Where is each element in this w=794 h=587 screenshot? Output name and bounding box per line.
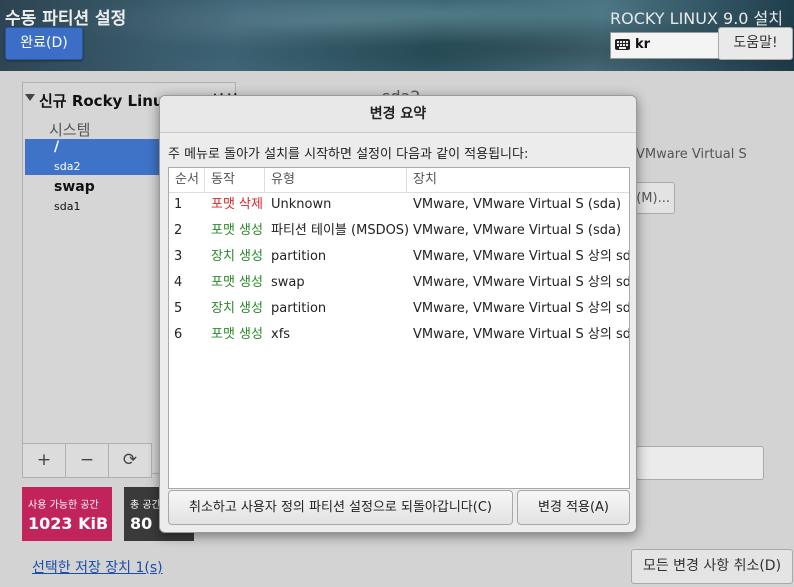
row-device: VMware, VMware Virtual S 상의 sda1 bbox=[413, 275, 630, 290]
row-device: VMware, VMware Virtual S 상의 sda1 bbox=[413, 249, 630, 264]
row-action: 포맷 생성 bbox=[211, 327, 263, 342]
row-device: VMware, VMware Virtual S 상의 sda2 bbox=[413, 327, 630, 342]
row-type: partition bbox=[271, 249, 327, 264]
dialog-title: 변경 요약 bbox=[160, 96, 636, 133]
dialog-message: 주 메뉴로 돌아가 설치를 시작하면 설정이 다음과 같이 적용됩니다: bbox=[168, 147, 529, 162]
page-title: 수동 파티션 설정 bbox=[5, 9, 127, 29]
row-device: VMware, VMware Virtual S (sda) bbox=[413, 223, 622, 238]
table-row[interactable]: 1 포맷 삭제 Unknown VMware, VMware Virtual S (s… bbox=[169, 192, 629, 218]
row-type: Unknown bbox=[271, 197, 332, 212]
row-type: xfs bbox=[271, 327, 291, 342]
summary-of-changes-dialog: 변경 요약 주 메뉴로 돌아가 설치를 시작하면 설정이 다음과 같이 적용됩니… bbox=[159, 95, 637, 533]
row-action: 장치 생성 bbox=[211, 301, 263, 316]
table-row[interactable]: 6 포맷 생성 xfs VMware, VMware Virtual S 상의 sda… bbox=[169, 322, 629, 348]
table-row[interactable]: 3 장치 생성 partition VMware, VMware Virtual S … bbox=[169, 244, 629, 270]
done-button[interactable]: 완료(D) bbox=[5, 27, 83, 60]
table-row[interactable]: 2 포맷 생성 파티션 테이블 (MSDOS) VMware, VMware Virt… bbox=[169, 218, 629, 244]
keyboard-layout-indicator[interactable]: kr bbox=[610, 32, 725, 59]
row-device: VMware, VMware Virtual S (sda) bbox=[413, 197, 622, 212]
keyboard-layout-label: kr bbox=[635, 37, 651, 52]
row-type: partition bbox=[271, 301, 327, 316]
install-title: ROCKY LINUX 9.0 설치 bbox=[610, 9, 783, 28]
column-header-type[interactable]: 유형 bbox=[265, 168, 407, 192]
column-header-device[interactable]: 장치 bbox=[407, 168, 629, 192]
keyboard-icon bbox=[615, 39, 630, 50]
table-header: 순서 동작 유형 장치 bbox=[169, 168, 629, 193]
row-order: 2 bbox=[174, 223, 183, 238]
row-device: VMware, VMware Virtual S 상의 sda2 bbox=[413, 301, 630, 316]
row-order: 6 bbox=[174, 327, 183, 342]
header-bar: 수동 파티션 설정 완료(D) ROCKY LINUX 9.0 설치 kr 도움… bbox=[0, 0, 794, 71]
apply-changes-button[interactable]: 변경 적용(A) bbox=[517, 490, 630, 525]
column-header-action[interactable]: 동작 bbox=[205, 168, 265, 192]
row-action: 포맷 삭제 bbox=[211, 197, 263, 212]
row-order: 1 bbox=[174, 197, 183, 212]
cancel-return-button[interactable]: 취소하고 사용자 정의 파티션 설정으로 되돌아갑니다(C) bbox=[168, 490, 513, 525]
row-action: 장치 생성 bbox=[211, 249, 263, 264]
column-header-order[interactable]: 순서 bbox=[169, 168, 205, 192]
row-type: swap bbox=[271, 275, 305, 290]
row-type: 파티션 테이블 (MSDOS) bbox=[271, 223, 410, 238]
row-order: 5 bbox=[174, 301, 183, 316]
table-row[interactable]: 5 장치 생성 partition VMware, VMware Virtual S … bbox=[169, 296, 629, 322]
table-row[interactable]: 4 포맷 생성 swap VMware, VMware Virtual S 상의 sd… bbox=[169, 270, 629, 296]
help-button[interactable]: 도움말! bbox=[718, 27, 793, 60]
row-action: 포맷 생성 bbox=[211, 223, 263, 238]
row-action: 포맷 생성 bbox=[211, 275, 263, 290]
changes-table: 순서 동작 유형 장치 1 포맷 삭제 Unknown VMware, VMware … bbox=[168, 167, 630, 489]
row-order: 3 bbox=[174, 249, 183, 264]
row-order: 4 bbox=[174, 275, 183, 290]
